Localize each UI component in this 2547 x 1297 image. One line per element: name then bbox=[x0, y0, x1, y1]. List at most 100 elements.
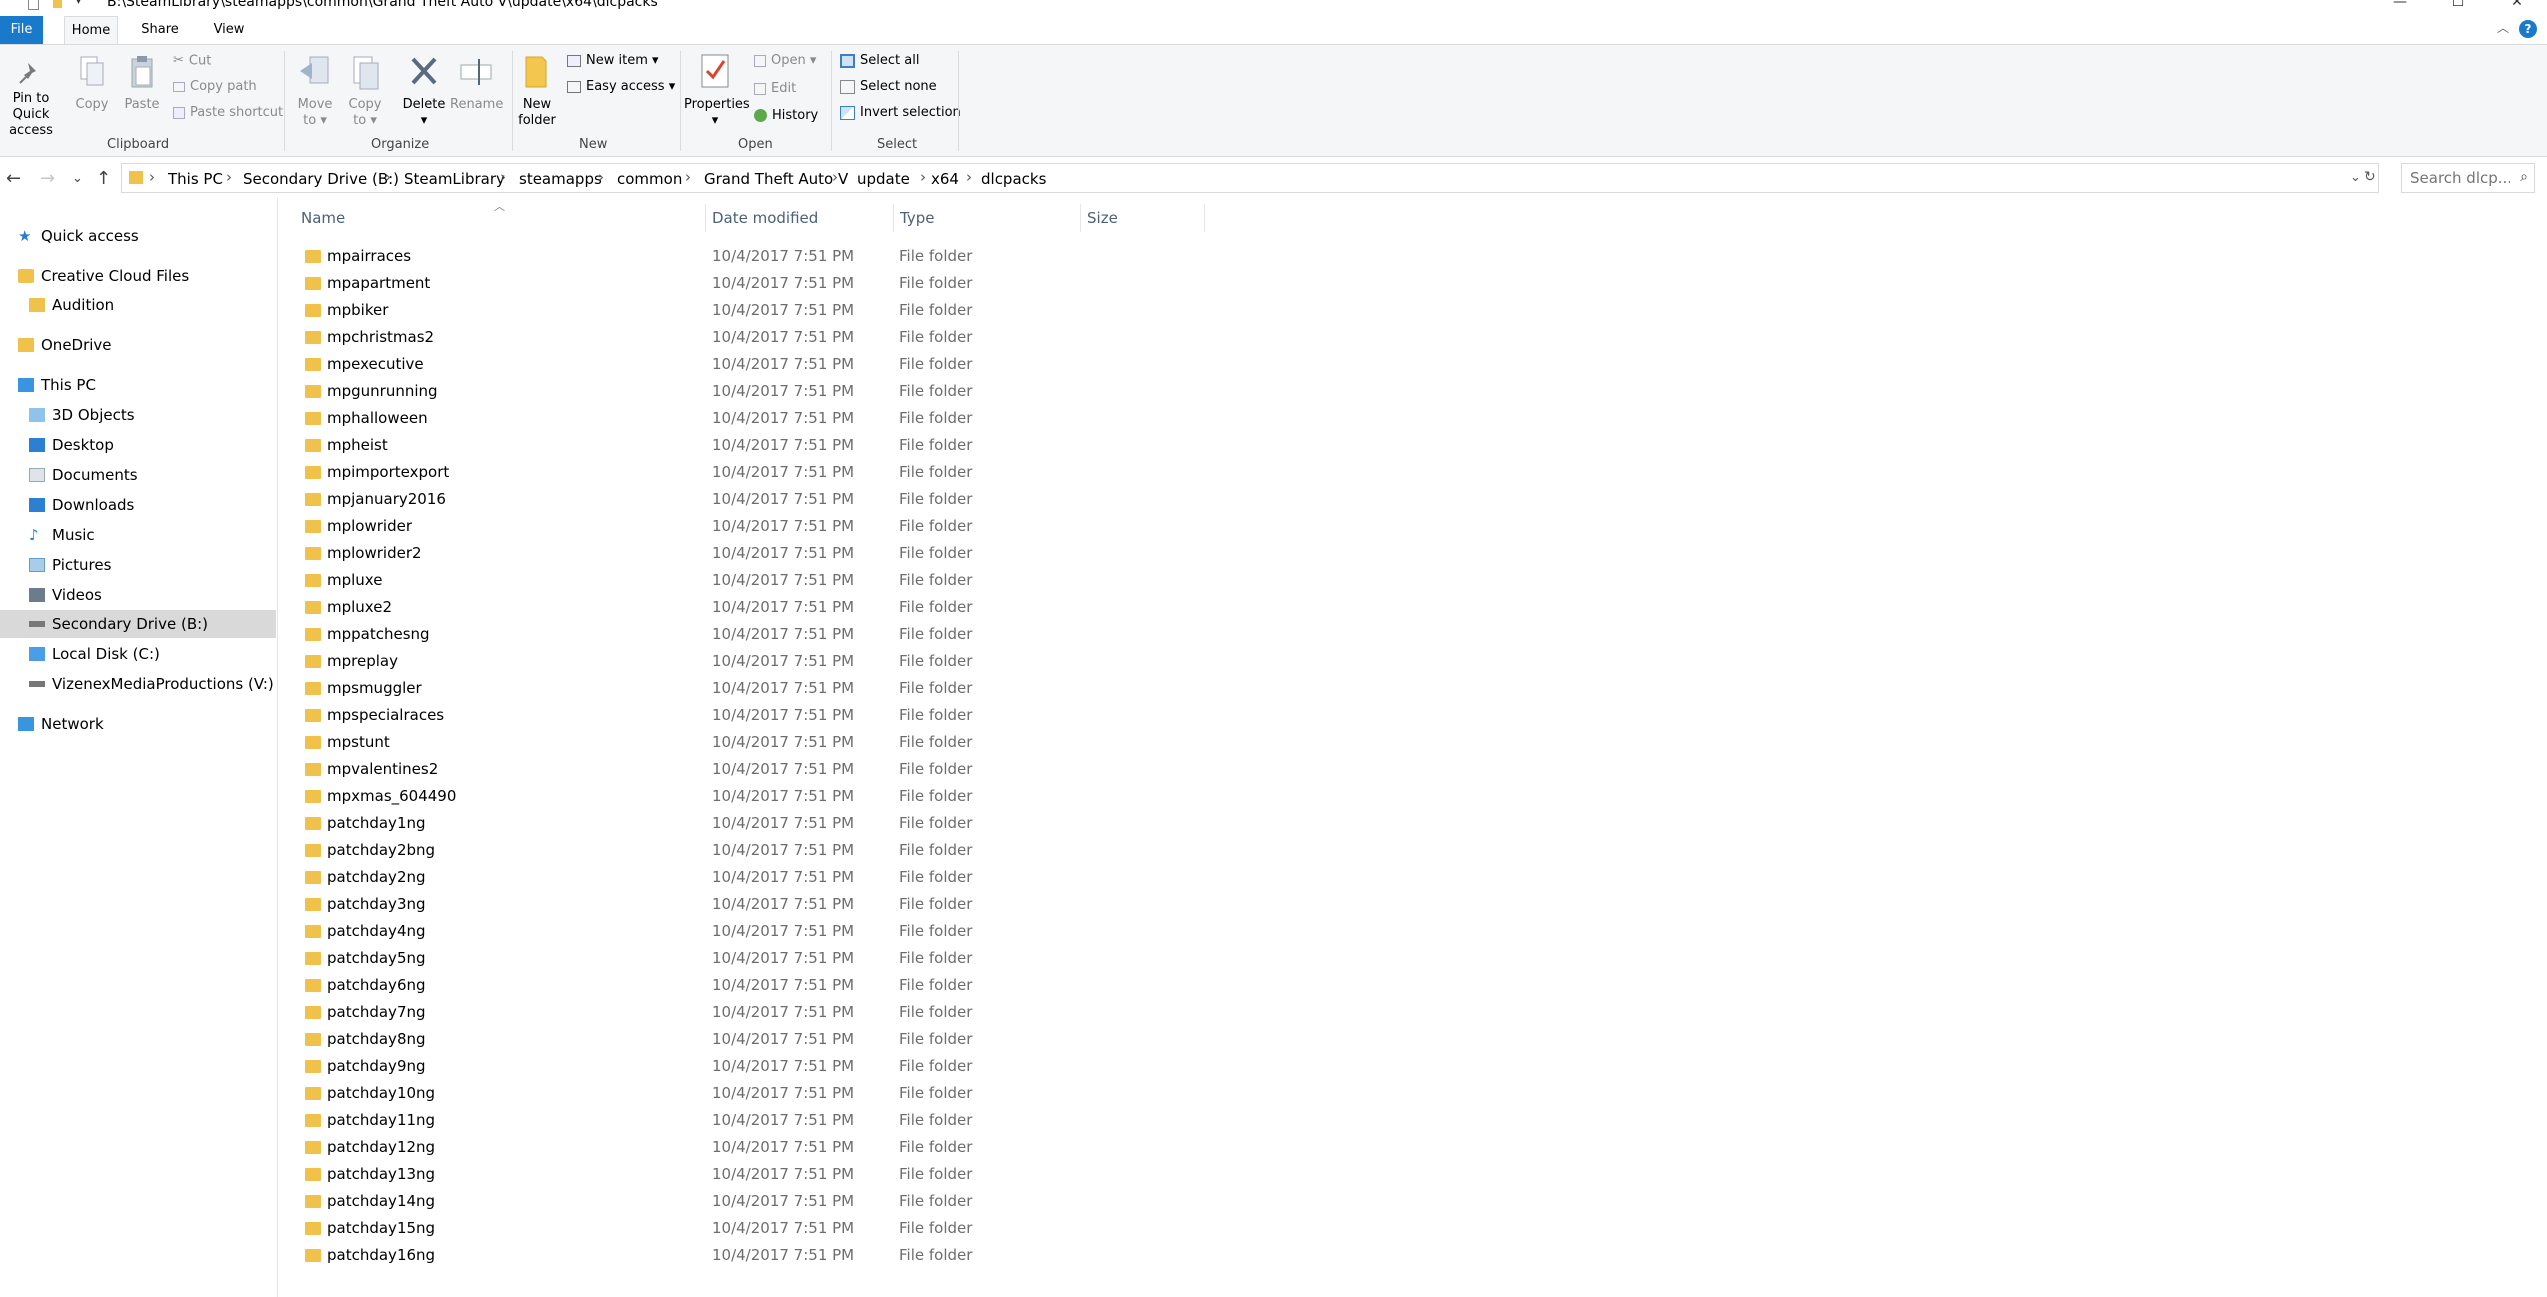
chevron-right-icon[interactable]: › bbox=[500, 168, 506, 186]
file-row[interactable]: patchday2ng 10/4/2017 7:51 PM File folder bbox=[289, 864, 1205, 891]
select-all-button[interactable]: Select all bbox=[840, 51, 919, 71]
file-row[interactable]: patchday4ng 10/4/2017 7:51 PM File folder bbox=[289, 918, 1205, 945]
file-row[interactable]: mpjanuary2016 10/4/2017 7:51 PM File folde… bbox=[289, 486, 1205, 513]
qa-dropdown-icon[interactable]: ▾ bbox=[76, 0, 88, 8]
nav-pictures[interactable]: Pictures bbox=[0, 551, 276, 579]
file-row[interactable]: patchday15ng 10/4/2017 7:51 PM File folder bbox=[289, 1215, 1205, 1242]
file-row[interactable]: mphalloween 10/4/2017 7:51 PM File folder bbox=[289, 405, 1205, 432]
column-separator[interactable] bbox=[705, 204, 706, 232]
new-folder-qa-icon[interactable] bbox=[53, 0, 62, 8]
file-row[interactable]: patchday5ng 10/4/2017 7:51 PM File folder bbox=[289, 945, 1205, 972]
column-header-size[interactable]: Size bbox=[1087, 208, 1118, 228]
properties-button[interactable]: Properties ▾ bbox=[684, 51, 750, 129]
file-row[interactable]: patchday12ng 10/4/2017 7:51 PM File folder bbox=[289, 1134, 1205, 1161]
file-row[interactable]: patchday13ng 10/4/2017 7:51 PM File folder bbox=[289, 1161, 1205, 1188]
column-header-date[interactable]: Date modified bbox=[712, 208, 818, 228]
properties-check-icon[interactable] bbox=[28, 0, 39, 10]
open-button[interactable]: Open ▾ bbox=[754, 51, 816, 71]
nav-downloads[interactable]: Downloads bbox=[0, 491, 276, 519]
rename-button[interactable]: Rename bbox=[450, 53, 503, 113]
edit-button[interactable]: Edit bbox=[754, 79, 796, 99]
delete-button[interactable]: Delete ▾ bbox=[400, 53, 448, 129]
column-separator[interactable] bbox=[1080, 204, 1081, 232]
column-header-name[interactable]: Name bbox=[301, 208, 345, 228]
column-separator[interactable] bbox=[1204, 204, 1205, 232]
nav-vizenex[interactable]: VizenexMediaProductions (V:) bbox=[0, 670, 276, 698]
search-box[interactable]: ⌕ bbox=[2401, 163, 2535, 193]
file-row[interactable]: patchday8ng 10/4/2017 7:51 PM File folder bbox=[289, 1026, 1205, 1053]
file-row[interactable]: mpluxe2 10/4/2017 7:51 PM File folder bbox=[289, 594, 1205, 621]
file-row[interactable]: patchday16ng 10/4/2017 7:51 PM File folder bbox=[289, 1242, 1205, 1269]
chevron-right-icon[interactable]: › bbox=[966, 168, 972, 186]
file-row[interactable]: mpbiker 10/4/2017 7:51 PM File folder bbox=[289, 297, 1205, 324]
file-row[interactable]: mpheist 10/4/2017 7:51 PM File folder bbox=[289, 432, 1205, 459]
nav-music[interactable]: ♪ Music bbox=[0, 521, 276, 549]
tab-view[interactable]: View bbox=[204, 16, 254, 44]
nav-local-disk[interactable]: Local Disk (C:) bbox=[0, 640, 276, 668]
column-separator[interactable] bbox=[893, 204, 894, 232]
easy-access-button[interactable]: Easy access ▾ bbox=[567, 77, 675, 97]
file-row[interactable]: mpspecialraces 10/4/2017 7:51 PM File fold… bbox=[289, 702, 1205, 729]
chevron-right-icon[interactable]: › bbox=[832, 168, 838, 186]
cut-button[interactable]: ✂ Cut bbox=[173, 51, 211, 71]
file-row[interactable]: patchday3ng 10/4/2017 7:51 PM File folder bbox=[289, 891, 1205, 918]
file-row[interactable]: mpreplay 10/4/2017 7:51 PM File folder bbox=[289, 648, 1205, 675]
breadcrumb-x64[interactable]: x64 bbox=[931, 170, 959, 188]
chevron-right-icon[interactable]: › bbox=[385, 168, 391, 186]
nav-videos[interactable]: Videos bbox=[0, 581, 276, 609]
breadcrumb-dlcpacks[interactable]: dlcpacks bbox=[981, 170, 1046, 188]
breadcrumb-secondary-drive[interactable]: Secondary Drive (B:) bbox=[243, 170, 399, 188]
file-row[interactable]: mpsmuggler 10/4/2017 7:51 PM File folder bbox=[289, 675, 1205, 702]
nav-audition[interactable]: Audition bbox=[0, 291, 276, 319]
column-header-type[interactable]: Type bbox=[900, 208, 934, 228]
file-row[interactable]: mpxmas_604490 10/4/2017 7:51 PM File folde… bbox=[289, 783, 1205, 810]
help-icon[interactable]: ? bbox=[2519, 20, 2537, 38]
nav-documents[interactable]: Documents bbox=[0, 461, 276, 489]
breadcrumb-update[interactable]: update bbox=[857, 170, 910, 188]
file-row[interactable]: patchday14ng 10/4/2017 7:51 PM File folder bbox=[289, 1188, 1205, 1215]
copy-to-button[interactable]: Copy to ▾ bbox=[342, 53, 388, 129]
file-row[interactable]: mpchristmas2 10/4/2017 7:51 PM File folder bbox=[289, 324, 1205, 351]
breadcrumb-this-pc[interactable]: This PC bbox=[168, 170, 223, 188]
breadcrumb-common[interactable]: common bbox=[617, 170, 682, 188]
new-item-button[interactable]: New item ▾ bbox=[567, 51, 659, 71]
close-button[interactable]: ✕ bbox=[2487, 0, 2547, 12]
address-bar[interactable]: › This PC › Secondary Drive (B:) › Steam… bbox=[121, 163, 2379, 193]
nav-3d-objects[interactable]: 3D Objects bbox=[0, 401, 276, 429]
nav-onedrive[interactable]: OneDrive bbox=[0, 331, 276, 359]
nav-this-pc[interactable]: This PC bbox=[0, 371, 276, 399]
chevron-right-icon[interactable]: › bbox=[226, 168, 232, 186]
file-row[interactable]: mpimportexport 10/4/2017 7:51 PM File fold… bbox=[289, 459, 1205, 486]
new-folder-button[interactable]: New folder bbox=[514, 53, 560, 129]
file-row[interactable]: mpvalentines2 10/4/2017 7:51 PM File folde… bbox=[289, 756, 1205, 783]
breadcrumb-gta-v[interactable]: Grand Theft Auto V bbox=[704, 170, 848, 188]
file-row[interactable]: patchday2bng 10/4/2017 7:51 PM File folder bbox=[289, 837, 1205, 864]
file-row[interactable]: patchday11ng 10/4/2017 7:51 PM File folder bbox=[289, 1107, 1205, 1134]
breadcrumb-steamlibrary[interactable]: SteamLibrary bbox=[404, 170, 505, 188]
up-arrow-icon[interactable]: ↑ bbox=[96, 168, 111, 189]
back-arrow-icon[interactable]: ← bbox=[6, 168, 21, 189]
file-row[interactable]: patchday1ng 10/4/2017 7:51 PM File folder bbox=[289, 810, 1205, 837]
file-row[interactable]: mppatchesng 10/4/2017 7:51 PM File folder bbox=[289, 621, 1205, 648]
nav-quick-access[interactable]: ★ Quick access bbox=[0, 222, 276, 250]
file-row[interactable]: patchday9ng 10/4/2017 7:51 PM File folder bbox=[289, 1053, 1205, 1080]
file-row[interactable]: mplowrider 10/4/2017 7:51 PM File folder bbox=[289, 513, 1205, 540]
tab-share[interactable]: Share bbox=[132, 16, 188, 44]
recent-locations-chevron-icon[interactable]: ⌄ bbox=[72, 171, 83, 186]
file-row[interactable]: mpluxe 10/4/2017 7:51 PM File folder bbox=[289, 567, 1205, 594]
nav-secondary-drive[interactable]: Secondary Drive (B:) bbox=[0, 610, 276, 638]
chevron-right-icon[interactable]: › bbox=[920, 168, 926, 186]
chevron-right-icon[interactable]: › bbox=[149, 168, 155, 186]
nav-network[interactable]: Network bbox=[0, 710, 276, 738]
chevron-right-icon[interactable]: › bbox=[685, 168, 691, 186]
maximize-button[interactable]: ☐ bbox=[2428, 0, 2488, 12]
refresh-icon[interactable]: ↻ bbox=[2364, 169, 2376, 185]
search-icon[interactable]: ⌕ bbox=[2520, 169, 2528, 185]
tab-file[interactable]: File bbox=[0, 16, 43, 44]
file-row[interactable]: mpgunrunning 10/4/2017 7:51 PM File folder bbox=[289, 378, 1205, 405]
history-button[interactable]: History bbox=[754, 106, 818, 126]
file-row[interactable]: mpstunt 10/4/2017 7:51 PM File folder bbox=[289, 729, 1205, 756]
file-row[interactable]: mpapartment 10/4/2017 7:51 PM File folder bbox=[289, 270, 1205, 297]
minimize-button[interactable]: — bbox=[2370, 0, 2430, 12]
copy-path-button[interactable]: Copy path bbox=[173, 77, 257, 97]
